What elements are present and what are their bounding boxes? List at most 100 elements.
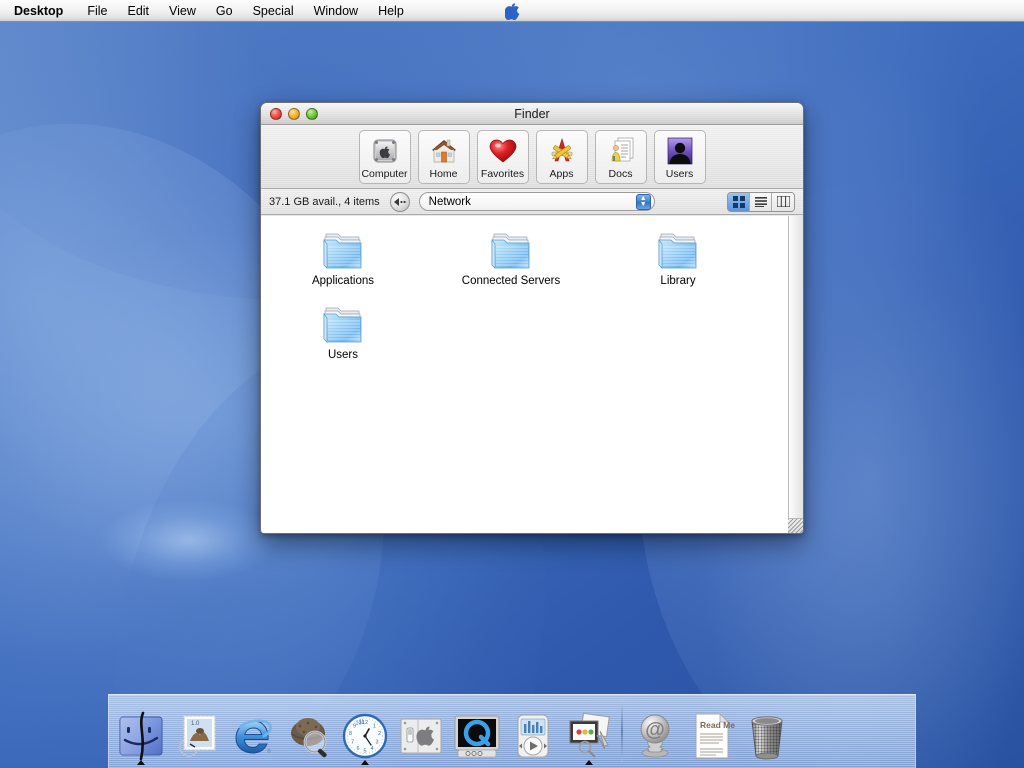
- toolbar-label-home: Home: [429, 167, 458, 180]
- heart-icon: [487, 135, 519, 167]
- svg-text:1: 1: [373, 724, 376, 730]
- dock-item-sherlock[interactable]: [281, 698, 337, 766]
- resize-grip[interactable]: [788, 518, 803, 533]
- popup-stepper-arrows[interactable]: ▲ ▼: [635, 193, 651, 210]
- svg-text:2: 2: [378, 731, 381, 737]
- clock-icon: 12 1 2 345 678 9 10 11: [340, 711, 390, 761]
- menu-item-desktop[interactable]: Desktop: [0, 1, 77, 21]
- toolbar-button-home[interactable]: Home: [417, 129, 470, 184]
- readme-document-icon: Read Me: [686, 711, 736, 761]
- vertical-scrollbar[interactable]: [788, 216, 803, 533]
- zoom-button[interactable]: [306, 107, 318, 120]
- folder-item-library[interactable]: Library: [618, 228, 738, 287]
- folder-item-users[interactable]: Users: [283, 302, 403, 361]
- menu-item-edit[interactable]: Edit: [117, 1, 159, 21]
- running-indicator: [361, 760, 369, 765]
- menu-item-help[interactable]: Help: [368, 1, 414, 21]
- toolbar-label-apps: Apps: [549, 167, 574, 180]
- toolbar-button-favorites[interactable]: Favorites: [476, 129, 529, 184]
- dock-item-internet-globe[interactable]: @: [627, 698, 683, 766]
- dock: 1.0 ® 12 1 2 3 4 5 6 7 8 9 10 11 @ Read …: [108, 694, 916, 768]
- folder-name: Library: [660, 275, 696, 287]
- folder-icon: [487, 228, 535, 272]
- menu-item-special[interactable]: Special: [243, 1, 304, 21]
- menu-item-file[interactable]: File: [77, 1, 117, 21]
- window-title-bar[interactable]: Finder: [261, 103, 803, 125]
- svg-text:®: ®: [267, 748, 271, 755]
- back-arrow-icon: [393, 197, 406, 206]
- toolbar-button-docs[interactable]: Docs: [594, 129, 647, 184]
- folder-icon: [319, 302, 367, 346]
- path-popup-menu[interactable]: Network ▲ ▼: [418, 192, 655, 211]
- dock-item-preview[interactable]: [561, 698, 617, 766]
- menu-item-window[interactable]: Window: [304, 1, 368, 21]
- apple-menu[interactable]: [502, 1, 522, 21]
- columns-icon: [776, 196, 790, 207]
- window-controls: [261, 107, 318, 120]
- toolbar-label-docs: Docs: [608, 167, 633, 180]
- dock-item-itunes[interactable]: [505, 698, 561, 766]
- svg-text:4: 4: [371, 746, 374, 752]
- window-title: Finder: [514, 106, 550, 121]
- column-view-button[interactable]: [772, 192, 794, 211]
- svg-text:6: 6: [357, 746, 360, 752]
- list-icon: [754, 196, 767, 207]
- icon-view-canvas[interactable]: Applications Connected Servers Library U…: [261, 216, 788, 533]
- documents-icon: [605, 135, 637, 167]
- menu-item-go[interactable]: Go: [206, 1, 243, 21]
- svg-text:7: 7: [351, 740, 354, 746]
- folder-icon: [319, 228, 367, 272]
- users-silhouette-icon: [664, 135, 696, 167]
- toolbar-button-computer[interactable]: Computer: [358, 129, 411, 184]
- toolbar-label-computer: Computer: [361, 167, 408, 180]
- home-icon: [428, 135, 460, 167]
- toolbar-button-apps[interactable]: Apps: [535, 129, 588, 184]
- svg-text:8: 8: [349, 731, 352, 737]
- dock-item-quicktime[interactable]: [449, 698, 505, 766]
- toolbar-label-users: Users: [665, 167, 694, 180]
- apple-switch-icon: [396, 711, 446, 761]
- svg-text:1.0: 1.0: [191, 721, 200, 727]
- applications-icon: [546, 135, 578, 167]
- disk-space-status: 37.1 GB avail., 4 items: [269, 195, 380, 208]
- svg-text:@: @: [645, 719, 665, 741]
- stamp-mail-icon: 1.0: [172, 711, 222, 761]
- folder-name: Connected Servers: [461, 275, 561, 287]
- finder-window[interactable]: Finder Computer Home Favorites Apps Docs…: [260, 102, 804, 534]
- menu-item-view[interactable]: View: [159, 1, 206, 21]
- close-button[interactable]: [270, 107, 282, 120]
- view-mode-group: [727, 191, 795, 212]
- list-view-button[interactable]: [750, 192, 772, 211]
- running-indicator: [585, 760, 593, 765]
- dock-item-internet-explorer[interactable]: ®: [225, 698, 281, 766]
- folder-item-connected-servers[interactable]: Connected Servers: [451, 228, 571, 287]
- dock-item-finder[interactable]: [113, 698, 169, 766]
- quicktime-q-icon: [452, 711, 502, 761]
- back-button[interactable]: [389, 191, 410, 212]
- apple-logo-icon: [504, 2, 520, 20]
- ie-e-icon: ®: [228, 711, 278, 761]
- running-indicator: [137, 760, 145, 765]
- media-player-icon: [508, 711, 558, 761]
- dock-item-clock[interactable]: 12 1 2 345 678 9 10 11: [337, 698, 393, 766]
- dock-item-read-me[interactable]: Read Me: [683, 698, 739, 766]
- menu-bar: Desktop File Edit View Go Special Window…: [0, 0, 1024, 22]
- folder-item-applications[interactable]: Applications: [283, 228, 403, 287]
- toolbar-label-favorites: Favorites: [480, 167, 525, 180]
- svg-text:3: 3: [376, 740, 379, 746]
- folder-icon: [654, 228, 702, 272]
- finder-face-icon: [116, 711, 166, 761]
- icon-view-button[interactable]: [728, 192, 750, 211]
- folder-name: Users: [327, 349, 359, 361]
- svg-text:5: 5: [364, 749, 367, 755]
- dock-item-system-preferences[interactable]: [393, 698, 449, 766]
- trash-basket-icon: [742, 711, 792, 761]
- computer-icon: [369, 135, 401, 167]
- folder-name: Applications: [311, 275, 374, 287]
- stepper-down-arrow: ▼: [639, 200, 647, 208]
- dock-item-trash[interactable]: [739, 698, 795, 766]
- minimize-button[interactable]: [288, 107, 300, 120]
- dock-item-mail[interactable]: 1.0: [169, 698, 225, 766]
- toolbar-button-users[interactable]: Users: [653, 129, 706, 184]
- finder-content-area: Applications Connected Servers Library U…: [261, 216, 803, 533]
